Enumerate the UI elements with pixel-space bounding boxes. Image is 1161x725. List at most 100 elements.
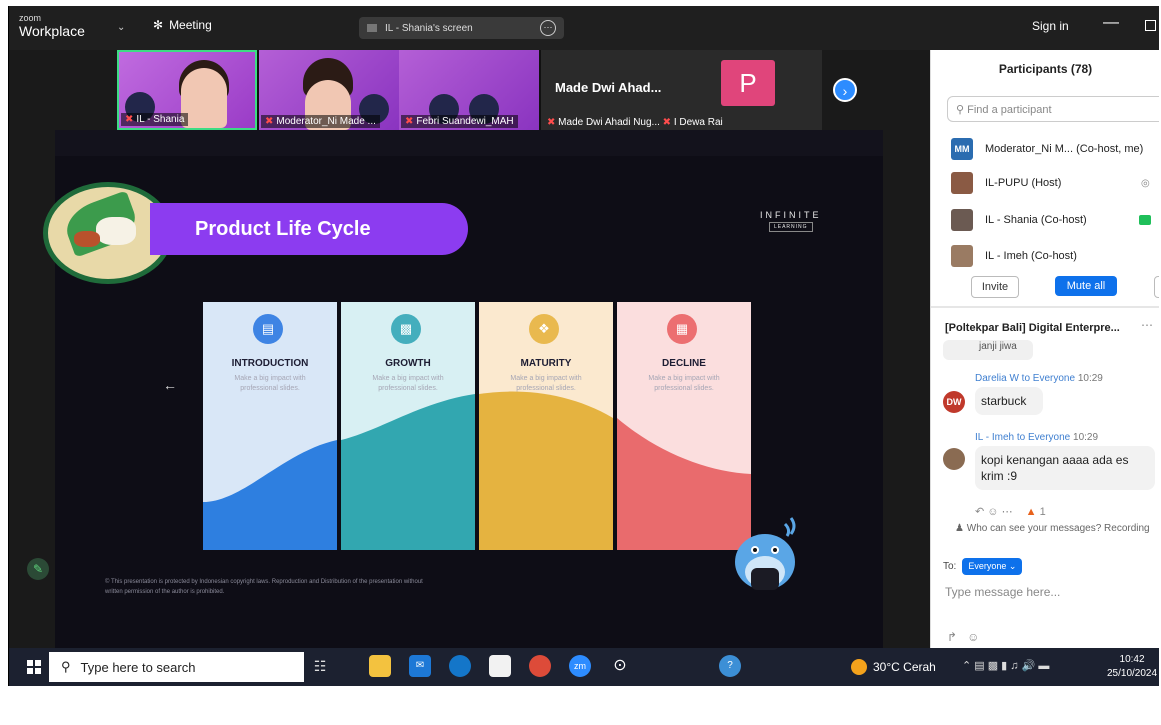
chat-input[interactable]: Type message here... — [945, 585, 1060, 599]
next-page-button[interactable]: › — [833, 78, 857, 102]
copyright-note: © This presentation is protected by Indo… — [105, 579, 423, 595]
participants-title: Participants (78) — [998, 62, 1093, 76]
clock-date: 25/10/2024 — [1107, 668, 1158, 679]
document-icon: ▤ — [253, 314, 283, 344]
stage-title: GROWTH — [385, 358, 431, 369]
more-options-button[interactable] — [1154, 276, 1159, 298]
obs-icon[interactable]: ⊙ — [609, 655, 631, 677]
arrow-left-icon: ← — [163, 377, 177, 393]
stage-card: ▤ INTRODUCTION Make a big impact with pr… — [203, 302, 337, 550]
chat-message: starbuck — [975, 387, 1043, 415]
edge-icon[interactable] — [449, 655, 471, 677]
video-tile[interactable]: Made Dwi Ahad... P ✖ Made Dwi Ahadi Nug.… — [541, 50, 822, 130]
message-header: Darelia W to Everyone 10:29 — [975, 373, 1103, 384]
weather-icon — [851, 659, 867, 675]
chrome-icon[interactable] — [529, 655, 551, 677]
participant-row[interactable]: MM Moderator_Ni M... (Co-host, me) — [951, 137, 1143, 161]
mic-off-icon: ✖ — [405, 116, 414, 127]
mic-icon: ✖ — [125, 114, 134, 125]
tile-label: ✖ IL - Shania — [121, 113, 189, 126]
clock[interactable]: 10:42 25/10/2024 — [1107, 653, 1157, 681]
notepad-icon[interactable] — [489, 655, 511, 677]
app-name: Workplace — [19, 23, 85, 39]
avatar: P — [721, 60, 775, 106]
slide-title: Product Life Cycle — [195, 218, 371, 240]
stage-desc: Make a big impact with professional slid… — [510, 375, 582, 392]
screen-share-pill[interactable]: IL - Shania's screen ⋯ — [359, 17, 564, 39]
file-explorer-icon[interactable] — [369, 655, 391, 677]
weather-text: 30°C Cerah — [873, 660, 936, 674]
mic-off-icon: ✖ — [265, 116, 274, 127]
windows-taskbar: ⚲ Type here to search ☷ ✉ zm ⊙ ? 30°C Ce… — [9, 648, 1159, 686]
participant-row[interactable]: IL - Shania (Co-host) — [951, 208, 1151, 232]
windows-start-icon[interactable] — [27, 660, 41, 674]
task-view-icon[interactable]: ☷ — [309, 655, 331, 677]
participant-name: IL - Shania (Co-host) — [985, 214, 1087, 226]
stage-desc: Make a big impact with professional slid… — [648, 375, 720, 392]
more-icon[interactable]: ⋯ — [540, 20, 556, 36]
panel-divider — [931, 306, 1159, 308]
reaction-count: 1 — [1039, 506, 1046, 518]
avatar: MM — [951, 138, 973, 160]
meeting-menu[interactable]: ✻ Meeting — [153, 18, 212, 32]
search-placeholder: Find a participant — [967, 104, 1052, 116]
chat-message-partial: janji jiwa — [943, 340, 1033, 360]
tile-label: ✖ Moderator_Ni Made ... — [261, 115, 380, 128]
more-icon[interactable]: ⋯ — [1141, 318, 1153, 332]
sign-in-link[interactable]: Sign in — [1032, 19, 1069, 33]
who-can-see-link[interactable]: ♟ Who can see your messages? Recording — [955, 523, 1150, 534]
meeting-label: Meeting — [169, 18, 212, 32]
participant-search-input[interactable]: ⚲ Find a participant — [947, 96, 1159, 122]
avatar — [951, 209, 973, 231]
recipient-dropdown[interactable]: Everyone ⌄ — [962, 558, 1023, 575]
avatar — [951, 245, 973, 267]
mail-icon[interactable]: ✉ — [409, 655, 431, 677]
clock-time: 10:42 — [1119, 654, 1145, 665]
tile-label: ✖ Febri Suandewi_MAH — [401, 115, 518, 128]
invite-button[interactable]: Invite — [971, 276, 1019, 298]
participant-name: Made Dwi Ahad... — [555, 80, 662, 95]
participant-name: IL-PUPU (Host) — [985, 177, 1062, 189]
zoom-logo: zoom Workplace — [19, 12, 85, 38]
taskbar-search-input[interactable]: ⚲ Type here to search — [49, 652, 304, 682]
participant-row[interactable]: IL-PUPU (Host) ◎ — [951, 171, 1150, 195]
weather-widget[interactable]: 30°C Cerah — [851, 659, 936, 675]
avatar — [951, 172, 973, 194]
annotate-pencil-button[interactable]: ✎ — [27, 558, 49, 580]
avatar: DW — [943, 391, 965, 413]
message-reactions[interactable]: ↶ ☺ ⋯ ▲ 1 — [975, 505, 1046, 518]
video-strip: ✖ IL - Shania ✖ Moderator_Ni Made ... ✖ Feb… — [117, 50, 822, 130]
mute-all-button[interactable]: Mute all — [1055, 276, 1117, 296]
participant-name: IL - Imeh (Co-host) — [985, 250, 1077, 262]
minimize-icon[interactable]: — — [1103, 14, 1119, 32]
system-tray[interactable]: ⌃ ▤ ▩ ▮ ♫ 🔊 ▬ — [962, 659, 1049, 672]
help-app-icon[interactable]: ? — [719, 655, 741, 677]
screen-icon — [367, 24, 377, 32]
stage-card: ▩ GROWTH Make a big impact with professi… — [341, 302, 475, 550]
participant-row[interactable]: IL - Imeh (Co-host) — [951, 244, 1077, 268]
search-placeholder: Type here to search — [80, 659, 196, 675]
chat-message: kopi kenangan aaaa ada es krim :9 — [975, 446, 1155, 490]
zoom-app-icon[interactable]: zm — [569, 655, 591, 677]
zoom-window: zoom Workplace ⌄ ✻ Meeting IL - Shania's… — [8, 6, 1159, 686]
reply-icon[interactable]: ↶ — [975, 506, 984, 518]
mic-off-icon: ✖ — [547, 117, 556, 128]
attach-icon[interactable]: ↱ — [947, 630, 957, 644]
to-label: To: — [943, 561, 957, 572]
participant-name: Moderator_Ni M... (Co-host, me) — [985, 143, 1144, 155]
stage-desc: Make a big impact with professional slid… — [372, 375, 444, 392]
video-tile[interactable]: ✖ Moderator_Ni Made ... — [259, 50, 399, 130]
mic-off-icon: ✖ — [662, 117, 672, 128]
chevron-down-icon[interactable]: ⌄ — [117, 22, 125, 33]
fire-reaction-icon[interactable]: ▲ — [1026, 506, 1037, 518]
video-tile[interactable]: ✖ IL - Shania — [117, 50, 257, 130]
side-panel: Participants (78) ⚲ Find a participant M… — [930, 50, 1159, 648]
video-tile[interactable]: ✖ Febri Suandewi_MAH — [399, 50, 539, 130]
more-icon[interactable]: ⋯ — [1002, 506, 1013, 518]
emoji-icon[interactable]: ☺ — [967, 630, 979, 644]
message-header: IL - Imeh to Everyone 10:29 — [975, 432, 1099, 443]
maximize-icon[interactable] — [1145, 20, 1156, 31]
target-icon: ❖ — [529, 314, 559, 344]
slide-top-bar — [55, 130, 883, 156]
emoji-icon[interactable]: ☺ — [987, 506, 998, 518]
